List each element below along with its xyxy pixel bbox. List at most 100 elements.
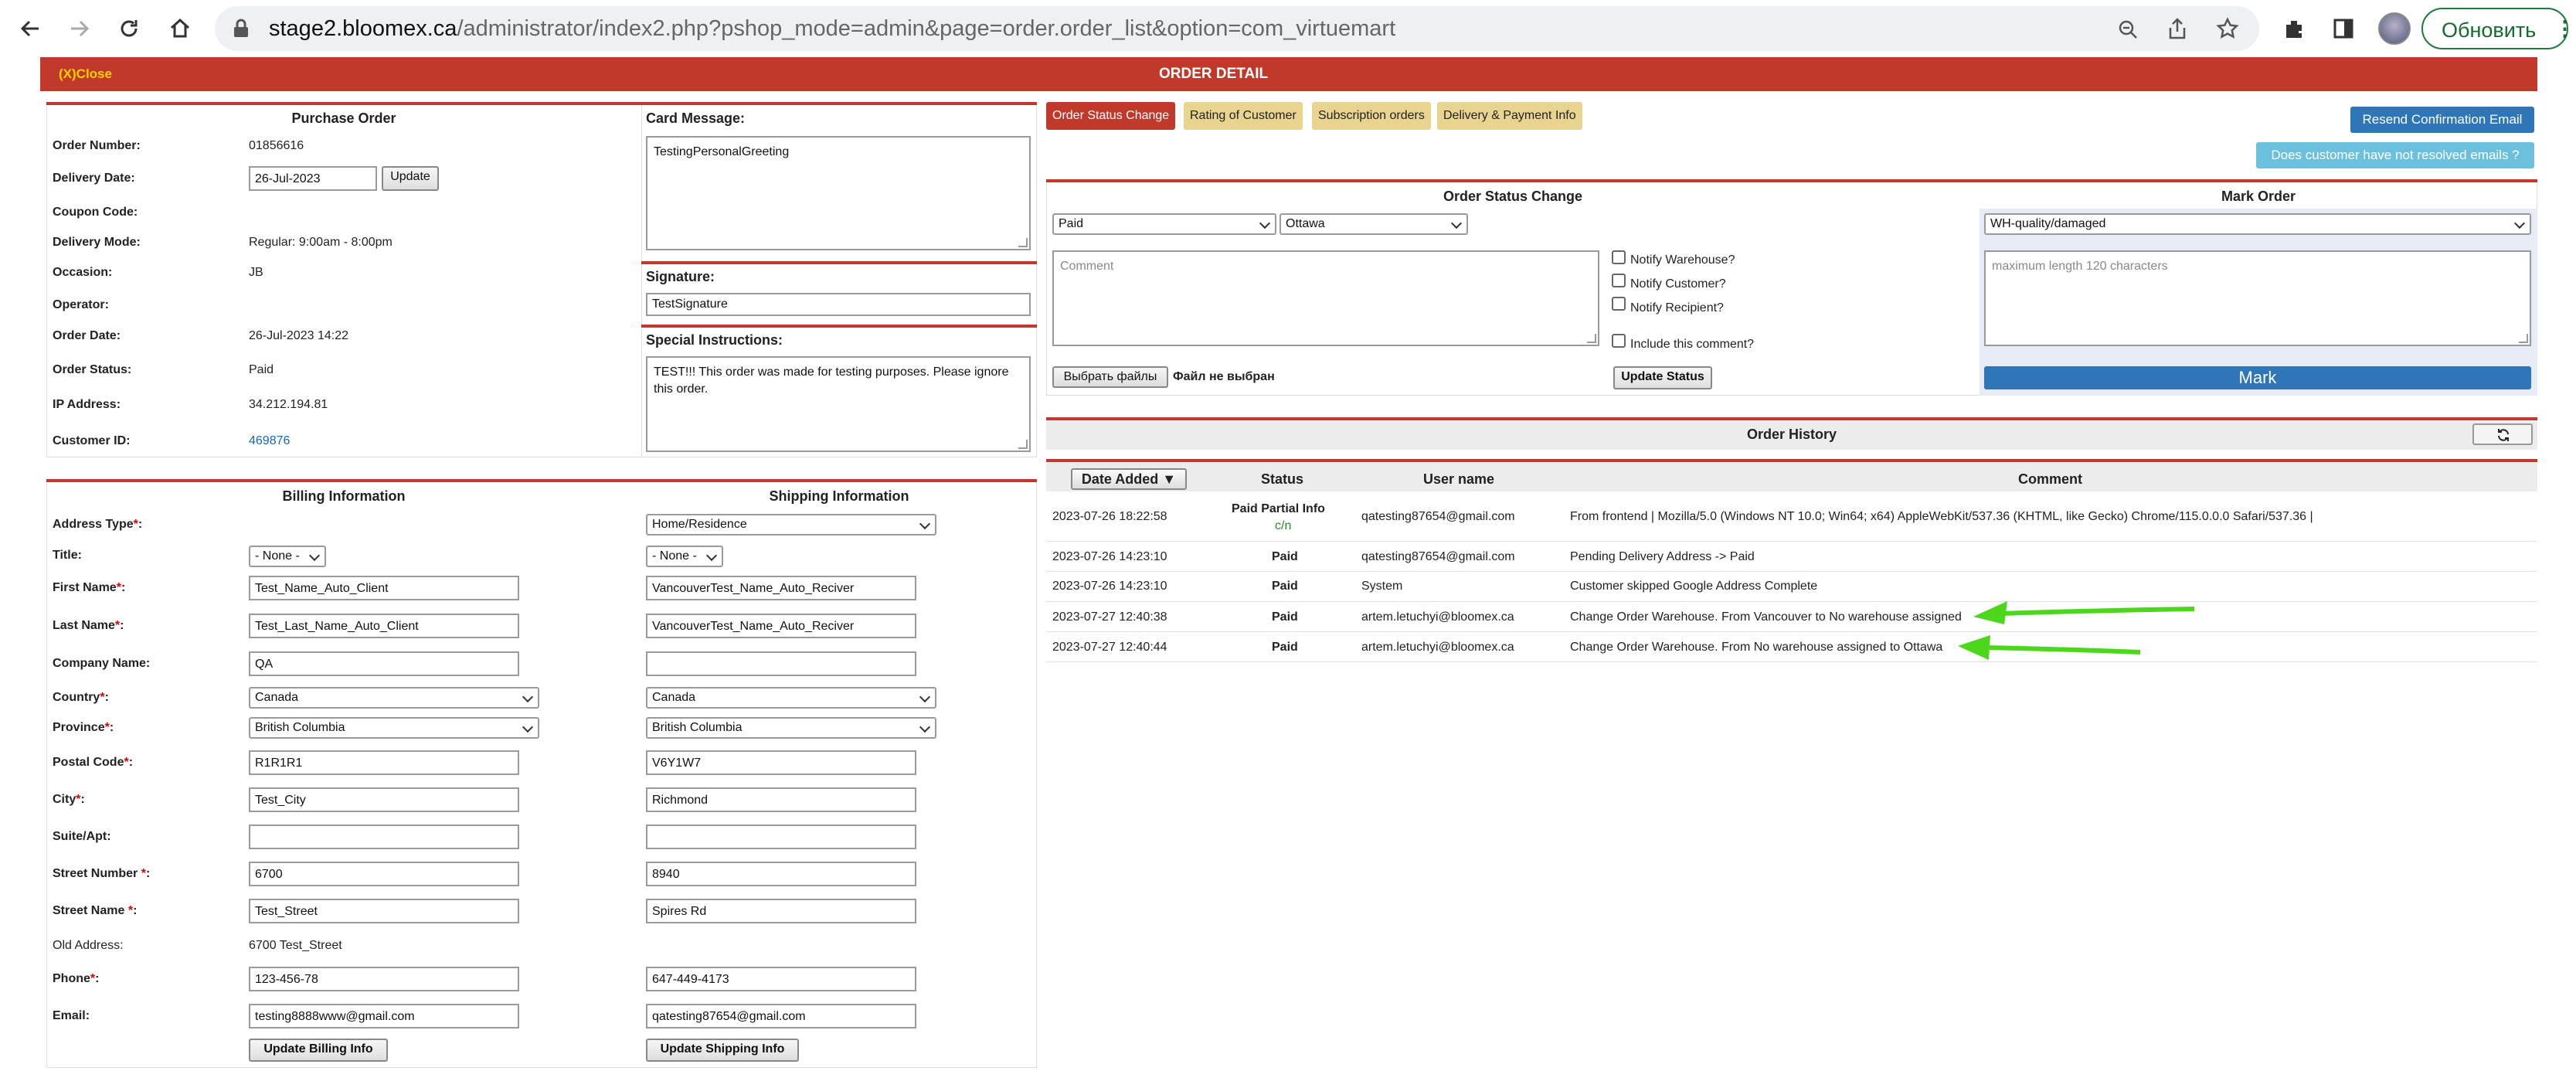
delivery-date-label: Delivery Date: [53, 172, 135, 185]
billing-suite-field[interactable] [249, 824, 519, 849]
delivery-date-field[interactable]: 26-Jul-2023 [249, 166, 377, 191]
tab-delivery-payment-info[interactable]: Delivery & Payment Info [1437, 102, 1582, 130]
address-bar[interactable]: stage2.bloomex.ca/administrator/index2.p… [215, 6, 2259, 51]
billing-province-select[interactable]: British Columbia [249, 717, 539, 739]
billing-company-field[interactable]: QA [249, 651, 519, 676]
card-message-textarea[interactable]: TestingPersonalGreeting [646, 136, 1031, 250]
instructions-label: Special Instructions: [646, 332, 783, 348]
site-info-icon[interactable] [232, 19, 250, 39]
delivery-mode-label: Delivery Mode: [53, 236, 141, 249]
shipping-email-field[interactable]: qatesting87654@gmail.com [646, 1004, 916, 1028]
billing-email-field[interactable]: testing8888www@gmail.com [249, 1004, 519, 1028]
unresolved-emails-button[interactable]: Does customer have not resolved emails ? [2256, 142, 2534, 168]
order-status-value: Paid [249, 363, 274, 376]
update-status-button[interactable]: Update Status [1613, 366, 1712, 389]
shipping-address-type-select[interactable]: Home/Residence [646, 514, 936, 536]
notify-recipient-label: Notify Recipient? [1630, 301, 1724, 314]
purchase-order-bar [46, 102, 641, 105]
address-bar [46, 479, 1037, 482]
reload-icon[interactable] [117, 17, 141, 40]
billing-title-select[interactable]: - None - [249, 546, 326, 567]
resend-confirmation-button[interactable]: Resend Confirmation Email [2350, 107, 2534, 133]
ip-address-label: IP Address: [53, 398, 121, 411]
include-comment-label: Include this comment? [1630, 338, 1755, 351]
choose-files-button[interactable]: Выбрать файлы [1052, 366, 1168, 388]
notify-customer-checkbox[interactable] [1612, 274, 1626, 287]
occasion-value: JB [249, 266, 263, 279]
shipping-postal-field[interactable]: V6Y1W7 [646, 750, 916, 775]
update-browser-label: Обновить [2442, 19, 2537, 42]
city-label: City*: [53, 793, 85, 806]
side-panel-icon[interactable] [2332, 17, 2355, 40]
shipping-province-select[interactable]: British Columbia [646, 717, 936, 739]
card-column-divider [641, 105, 642, 457]
shipping-title-select[interactable]: - None - [646, 546, 723, 567]
card-message-label: Card Message: [646, 110, 746, 126]
mark-order-select[interactable]: WH-quality/damaged [1984, 213, 2531, 235]
phone-label: Phone*: [53, 972, 100, 985]
billing-phone-field[interactable]: 123-456-78 [249, 967, 519, 991]
date-added-sort-button[interactable]: Date Added ▼ [1071, 468, 1187, 490]
signature-bar [641, 261, 1037, 264]
share-icon[interactable] [2166, 17, 2188, 40]
billing-country-select[interactable]: Canada [249, 687, 539, 709]
shipping-street-name-field[interactable]: Spires Rd [646, 899, 916, 923]
card-message-text: TestingPersonalGreeting [654, 145, 790, 158]
shipping-suite-field[interactable] [646, 824, 916, 849]
order-detail-header: (X)Close ORDER DETAIL [40, 57, 2537, 91]
billing-street-name-field[interactable]: Test_Street [249, 899, 519, 923]
tab-subscription-orders[interactable]: Subscription orders [1312, 102, 1431, 130]
tab-order-status-change[interactable]: Order Status Change [1046, 102, 1176, 130]
customer-id-link[interactable]: 469876 [249, 434, 290, 448]
update-shipping-button[interactable]: Update Shipping Info [646, 1039, 799, 1062]
update-date-button[interactable]: Update [382, 166, 439, 191]
ip-address-value: 34.212.194.81 [249, 398, 328, 411]
zoom-icon[interactable] [2117, 19, 2139, 40]
status-comment-textarea[interactable]: Comment [1052, 250, 1599, 346]
forward-arrow-icon[interactable] [68, 17, 91, 40]
billing-city-field[interactable]: Test_City [249, 787, 519, 812]
billing-street-number-field[interactable]: 6700 [249, 862, 519, 886]
street-name-label: Street Name *: [53, 904, 138, 917]
more-icon[interactable]: ⋮ [2554, 17, 2575, 41]
mark-button[interactable]: Mark [1984, 366, 2531, 389]
signature-field[interactable]: TestSignature [646, 293, 1031, 316]
instructions-textarea[interactable]: TEST!!! This order was made for testing … [646, 356, 1031, 452]
order-date-label: Order Date: [53, 329, 121, 342]
billing-first-name-field[interactable]: Test_Name_Auto_Client [249, 576, 519, 600]
shipping-street-number-field[interactable]: 8940 [646, 862, 916, 886]
no-file-label: Файл не выбран [1173, 370, 1275, 383]
billing-postal-field[interactable]: R1R1R1 [249, 750, 519, 775]
warehouse-select[interactable]: Ottawa [1280, 213, 1468, 235]
notify-warehouse-checkbox[interactable] [1612, 250, 1626, 264]
mark-order-textarea[interactable]: maximum length 120 characters [1984, 250, 2531, 346]
star-icon[interactable] [2216, 17, 2239, 40]
back-arrow-icon[interactable] [19, 17, 42, 40]
shipping-last-name-field[interactable]: VancouverTest_Name_Auto_Reciver [646, 614, 916, 638]
comment-placeholder: Comment [1060, 260, 1114, 273]
shipping-country-select[interactable]: Canada [646, 687, 936, 709]
shipping-company-field[interactable] [646, 651, 916, 676]
extensions-icon[interactable] [2282, 17, 2306, 40]
shipping-phone-field[interactable]: 647-449-4173 [646, 967, 916, 991]
shipping-city-field[interactable]: Richmond [646, 787, 916, 812]
url-path: /administrator/index2.php?pshop_mode=adm… [457, 16, 1396, 41]
update-billing-button[interactable]: Update Billing Info [249, 1039, 388, 1062]
title-label: Title: [53, 549, 82, 562]
billing-last-name-field[interactable]: Test_Last_Name_Auto_Client [249, 614, 519, 638]
tab-rating-of-customer[interactable]: Rating of Customer [1184, 102, 1303, 130]
history-refresh-button[interactable] [2472, 423, 2533, 445]
shipping-title: Shipping Information [769, 488, 909, 504]
notify-recipient-checkbox[interactable] [1612, 297, 1626, 311]
suite-label: Suite/Apt: [53, 830, 111, 843]
update-browser-button[interactable]: Обновить ⋮ [2421, 8, 2575, 49]
shipping-first-name-field[interactable]: VancouverTest_Name_Auto_Reciver [646, 576, 916, 600]
close-link[interactable]: (X)Close [59, 66, 112, 82]
order-status-select[interactable]: Paid [1052, 213, 1276, 235]
include-comment-checkbox[interactable] [1612, 334, 1626, 348]
avatar[interactable] [2378, 12, 2411, 45]
signature-label: Signature: [646, 269, 715, 284]
comment-column-header: Comment [2018, 471, 2083, 487]
refresh-icon [2498, 429, 2509, 441]
home-icon[interactable] [168, 17, 192, 40]
